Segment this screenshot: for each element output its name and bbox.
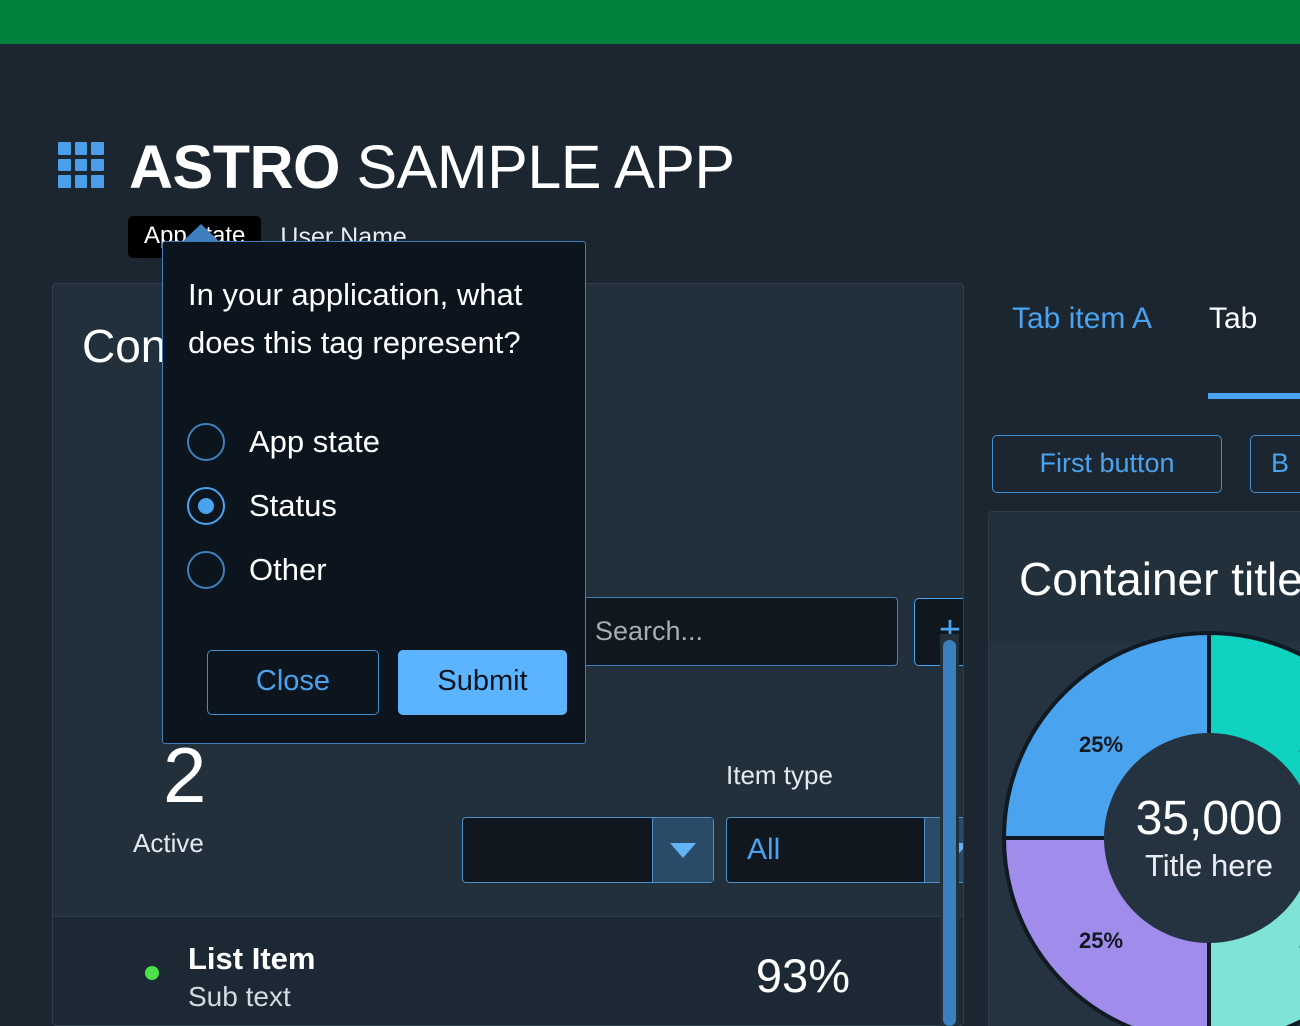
first-button[interactable]: First button [992,435,1222,493]
tab-bar: Tab item A Tab [988,283,1300,399]
list-item[interactable]: List Item Sub text 93% [53,916,963,1025]
dropdown-b-label: Item type [726,760,833,790]
right-panel-title: Container title [1019,553,1300,605]
radio-option-other[interactable]: Other [187,538,380,602]
list-item-percent: 93% [755,949,850,1002]
list-item-texts: List Item Sub text [188,939,315,1015]
donut-center-label: Title here [1144,848,1274,883]
popover-question: In your application, what does this tag … [188,277,523,360]
right-pane: Tab item A Tab First button B Container … [988,283,1300,1026]
list-scrollbar-thumb[interactable] [943,640,956,1026]
close-button[interactable]: Close [207,650,379,715]
items-list: List Item Sub text 93% List Item Sub tex… [53,916,963,1025]
radio-icon-selected [187,487,225,525]
donut-center: 35,000 Title here [1104,733,1300,943]
classification-banner [0,0,1300,44]
popover-arrow-icon [182,224,220,242]
donut-center-value: 35,000 [1135,792,1283,845]
radio-option-status[interactable]: Status [187,474,380,538]
dropdown-item-type-value: All [747,833,781,866]
list-item-title: List Item [188,941,316,976]
list-item-subtext: Sub text [188,981,291,1012]
right-container-panel: Container title 25% 25% 25% 25% 35 [988,511,1300,1026]
donut-label-3: 25% [1079,928,1124,953]
app-header: ASTRO SAMPLE APP App state User Name [0,44,1300,258]
app-title-bold: ASTRO [129,133,341,201]
app-root: ASTRO SAMPLE APP App state User Name Con… [0,0,1300,1026]
search-input[interactable] [580,597,898,666]
radio-option-app-state[interactable]: App state [187,410,380,474]
second-button[interactable]: B [1250,435,1300,493]
grid-apps-icon[interactable] [58,142,104,188]
radio-option-label: Other [249,552,327,587]
donut-label-1: 25% [1079,732,1124,757]
tab-item-a[interactable]: Tab item A [1012,297,1152,341]
radio-icon [187,551,225,589]
dropdown-a[interactable] [462,817,714,883]
tab-active-indicator [1208,393,1300,399]
popover-radio-group: App state Status Other [187,410,380,602]
radio-option-label: App state [249,424,380,459]
tab-item-b[interactable]: Tab [1209,297,1257,341]
chart-area: 25% 25% 25% 25% 35,000 Title here [989,630,1300,1026]
app-title-regular: SAMPLE APP [340,133,735,201]
status-dot-icon [145,966,159,980]
donut-chart: 25% 25% 25% 25% 35,000 Title here [999,628,1300,1026]
dropdown-item-type[interactable]: All [726,817,963,883]
popover-actions: Close Submit [207,650,567,715]
chevron-down-icon [652,818,713,882]
radio-option-label: Status [249,488,337,523]
active-count-label: Active [133,828,204,858]
radio-icon [187,423,225,461]
tag-question-popover: In your application, what does this tag … [162,241,586,744]
submit-button[interactable]: Submit [398,650,567,715]
page-title: ASTRO SAMPLE APP [129,130,735,204]
active-count-value: 2 [163,731,207,819]
